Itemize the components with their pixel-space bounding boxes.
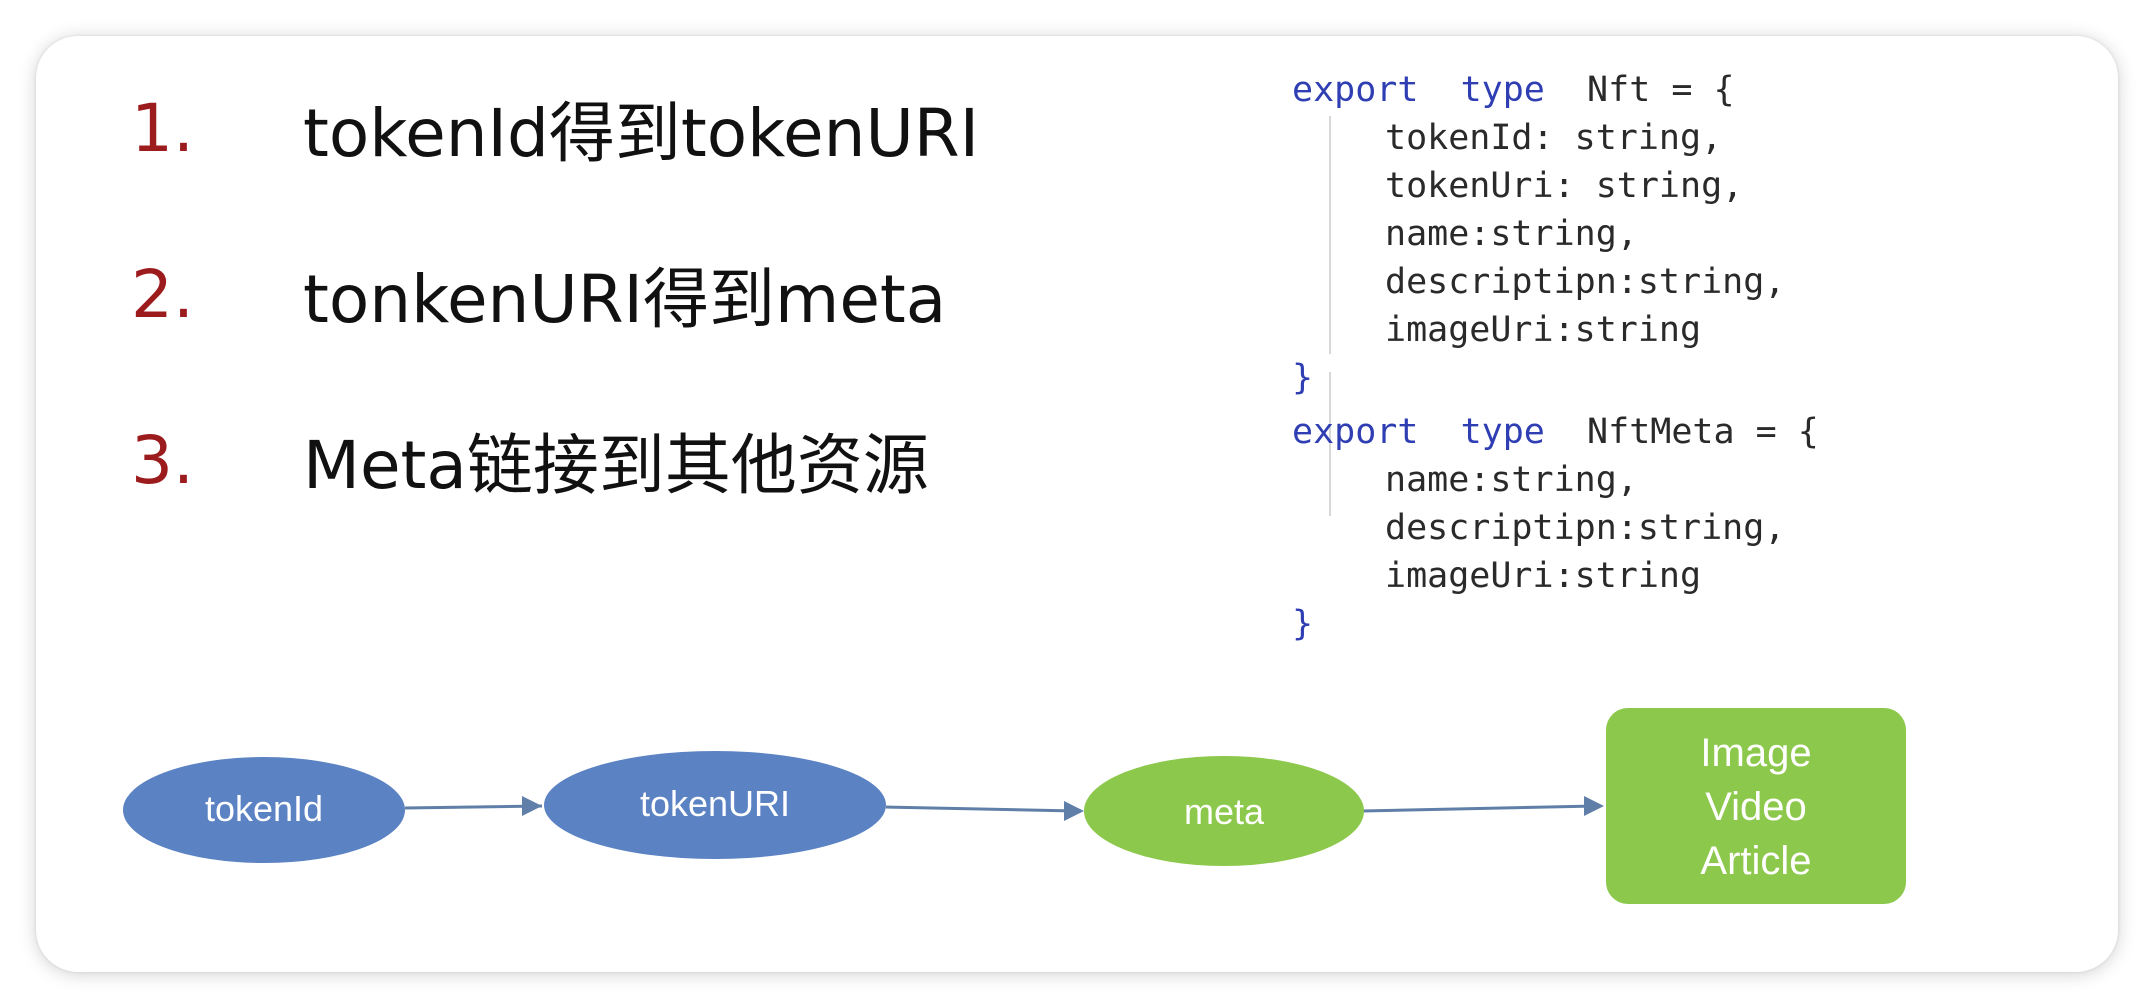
node-label-tokenuri: tokenURI (639, 783, 791, 824)
resource-label-article: Article (1700, 839, 1812, 883)
arrow-connector (885, 805, 1077, 813)
arrowhead-icon (1584, 796, 1604, 816)
slide-card: 1. tokenId得到tokenURI 2. tonkenURI得到meta … (36, 36, 2118, 972)
node-label-tokenid: tokenId (204, 788, 324, 829)
resource-label-video: Video (1705, 785, 1807, 829)
node-label-meta: meta (1183, 791, 1265, 832)
arrow-connector (1361, 804, 1597, 813)
arrow-connector (404, 804, 543, 810)
arrowhead-icon (522, 796, 542, 816)
resource-label-image: Image (1700, 731, 1812, 775)
resources-box-labels: Image Video Article (1606, 726, 1906, 888)
arrowhead-icon (1064, 801, 1084, 821)
